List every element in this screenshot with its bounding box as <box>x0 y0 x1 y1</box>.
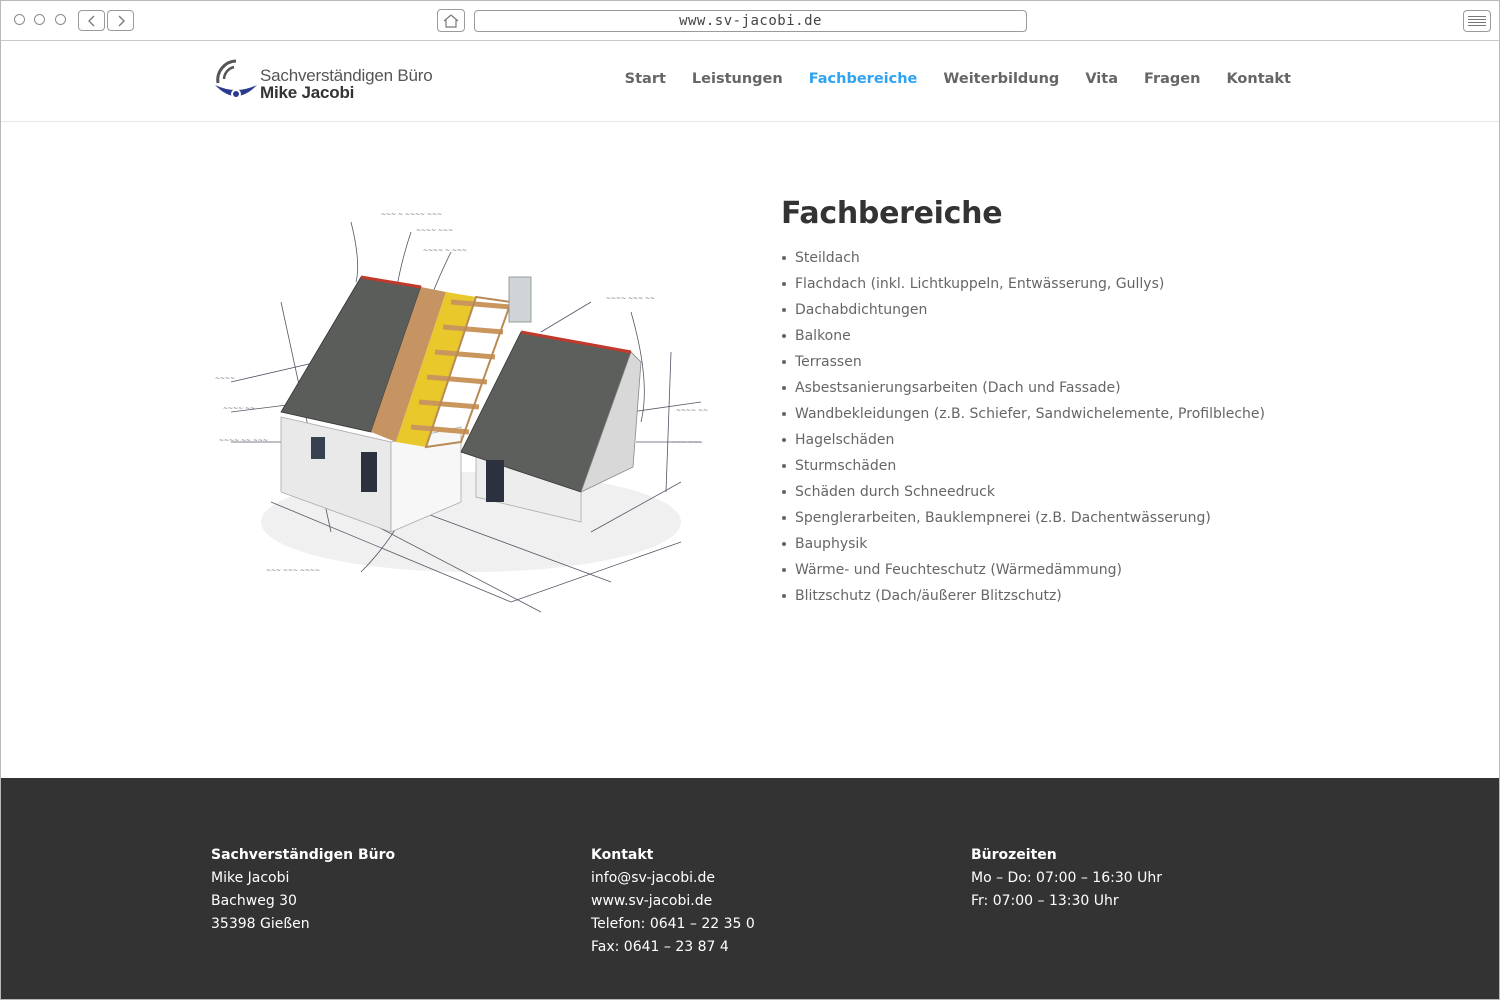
list-item: Spenglerarbeiten, Bauklempnerei (z.B. Da… <box>782 505 1301 531</box>
svg-text:~~~~ ~~~ ~~: ~~~~ ~~~ ~~ <box>606 295 655 302</box>
list-item: Schäden durch Schneedruck <box>782 479 1301 505</box>
fachbereiche-list: Steildach Flachdach (inkl. Lichtkuppeln,… <box>781 245 1301 609</box>
nav-item-fragen[interactable]: Fragen <box>1144 71 1200 87</box>
browser-toolbar: www.sv-jacobi.de <box>1 1 1499 41</box>
chevron-right-icon <box>118 15 125 26</box>
nav-item-leistungen[interactable]: Leistungen <box>692 71 783 87</box>
menu-line-icon <box>1468 25 1486 26</box>
list-item: Blitzschutz (Dach/äußerer Blitzschutz) <box>782 583 1301 609</box>
footer-address-line: 35398 Gießen <box>211 916 310 932</box>
list-item: Bauphysik <box>782 531 1301 557</box>
footer-address-line: Mike Jacobi <box>211 870 290 886</box>
svg-text:~~~~ ~~: ~~~~ ~~ <box>223 405 255 412</box>
window-zoom-button[interactable] <box>55 14 66 25</box>
menu-line-icon <box>1468 16 1486 17</box>
menu-line-icon <box>1468 22 1486 23</box>
svg-text:~~~ ~ ~~~~ ~~~: ~~~ ~ ~~~~ ~~~ <box>381 211 442 218</box>
list-item: Wandbekleidungen (z.B. Schiefer, Sandwic… <box>782 401 1301 427</box>
site-footer: Sachverständigen Büro Mike Jacobi Bachwe… <box>1 778 1499 999</box>
footer-address: Sachverständigen Büro Mike Jacobi Bachwe… <box>211 844 395 936</box>
list-item: Balkone <box>782 323 1301 349</box>
footer-address-line: Bachweg 30 <box>211 893 297 909</box>
svg-text:~~~~ ~~: ~~~~ ~~ <box>676 407 708 414</box>
footer-hours-line: Fr: 07:00 – 13:30 Uhr <box>971 893 1119 909</box>
site-logo[interactable]: Sachverständigen Büro Mike Jacobi <box>212 57 442 107</box>
home-button[interactable] <box>437 9 465 32</box>
footer-hours-line: Mo – Do: 07:00 – 16:30 Uhr <box>971 870 1162 886</box>
window-minimize-button[interactable] <box>34 14 45 25</box>
chevron-left-icon <box>87 15 94 26</box>
footer-hours: Bürozeiten Mo – Do: 07:00 – 16:30 Uhr Fr… <box>971 844 1162 913</box>
footer-hours-title: Bürozeiten <box>971 847 1057 863</box>
menu-line-icon <box>1468 19 1486 20</box>
forward-button[interactable] <box>107 10 134 31</box>
address-bar[interactable]: www.sv-jacobi.de <box>474 10 1027 32</box>
fachbereiche-section: Fachbereiche Steildach Flachdach (inkl. … <box>781 196 1301 609</box>
svg-text:~~~~: ~~~~ <box>215 375 235 382</box>
browser-window: www.sv-jacobi.de Sachverständigen Büro M… <box>0 0 1500 1000</box>
list-item: Hagelschäden <box>782 427 1301 453</box>
list-item: Asbestsanierungsarbeiten (Dach und Fassa… <box>782 375 1301 401</box>
logo-eye-icon <box>215 59 257 99</box>
footer-fax: Fax: 0641 – 23 87 4 <box>591 939 729 955</box>
footer-phone: Telefon: 0641 – 22 35 0 <box>591 916 755 932</box>
page-title: Fachbereiche <box>781 196 1003 231</box>
house-sketch-illustration: ~~~ ~ ~~~~ ~~~ ~~~~ ~~~ ~~~~ ~ ~~~ ~~~~ … <box>215 211 708 613</box>
nav-item-start[interactable]: Start <box>625 71 666 87</box>
svg-text:~~~~ ~~ ~~~: ~~~~ ~~ ~~~ <box>219 437 268 444</box>
footer-address-title: Sachverständigen Büro <box>211 847 396 863</box>
list-item: Flachdach (inkl. Lichtkuppeln, Entwässer… <box>782 271 1301 297</box>
nav-item-vita[interactable]: Vita <box>1085 71 1118 87</box>
svg-text:~~~~ ~ ~~~: ~~~~ ~ ~~~ <box>423 247 467 254</box>
browser-menu-button[interactable] <box>1463 10 1491 32</box>
nav-item-fachbereiche[interactable]: Fachbereiche <box>809 71 918 87</box>
footer-email-link[interactable]: info@sv-jacobi.de <box>591 867 755 890</box>
logo-text-line2: Mike Jacobi <box>260 83 355 102</box>
list-item: Terrassen <box>782 349 1301 375</box>
back-button[interactable] <box>78 10 105 31</box>
svg-text:~~~ ~~~ ~~~~: ~~~ ~~~ ~~~~ <box>266 567 320 574</box>
footer-contact-title: Kontakt <box>591 847 654 863</box>
main-nav: Start Leistungen Fachbereiche Weiterbild… <box>625 71 1291 87</box>
nav-item-kontakt[interactable]: Kontakt <box>1226 71 1291 87</box>
home-icon <box>443 14 459 28</box>
svg-text:~~~ ~~~: ~~~ ~~~ <box>671 439 703 446</box>
window-close-button[interactable] <box>14 14 25 25</box>
site-header: Sachverständigen Büro Mike Jacobi Start … <box>1 41 1499 122</box>
svg-text:~~~~ ~~~: ~~~~ ~~~ <box>416 227 453 234</box>
nav-item-weiterbildung[interactable]: Weiterbildung <box>943 71 1059 87</box>
footer-website-link[interactable]: www.sv-jacobi.de <box>591 890 755 913</box>
list-item: Sturmschäden <box>782 453 1301 479</box>
list-item: Steildach <box>782 245 1301 271</box>
list-item: Wärme- und Feuchteschutz (Wärmedämmung) <box>782 557 1301 583</box>
footer-contact: Kontakt info@sv-jacobi.de www.sv-jacobi.… <box>591 844 755 959</box>
list-item: Dachabdichtungen <box>782 297 1301 323</box>
main-content: ~~~ ~ ~~~~ ~~~ ~~~~ ~~~ ~~~~ ~ ~~~ ~~~~ … <box>1 122 1499 778</box>
